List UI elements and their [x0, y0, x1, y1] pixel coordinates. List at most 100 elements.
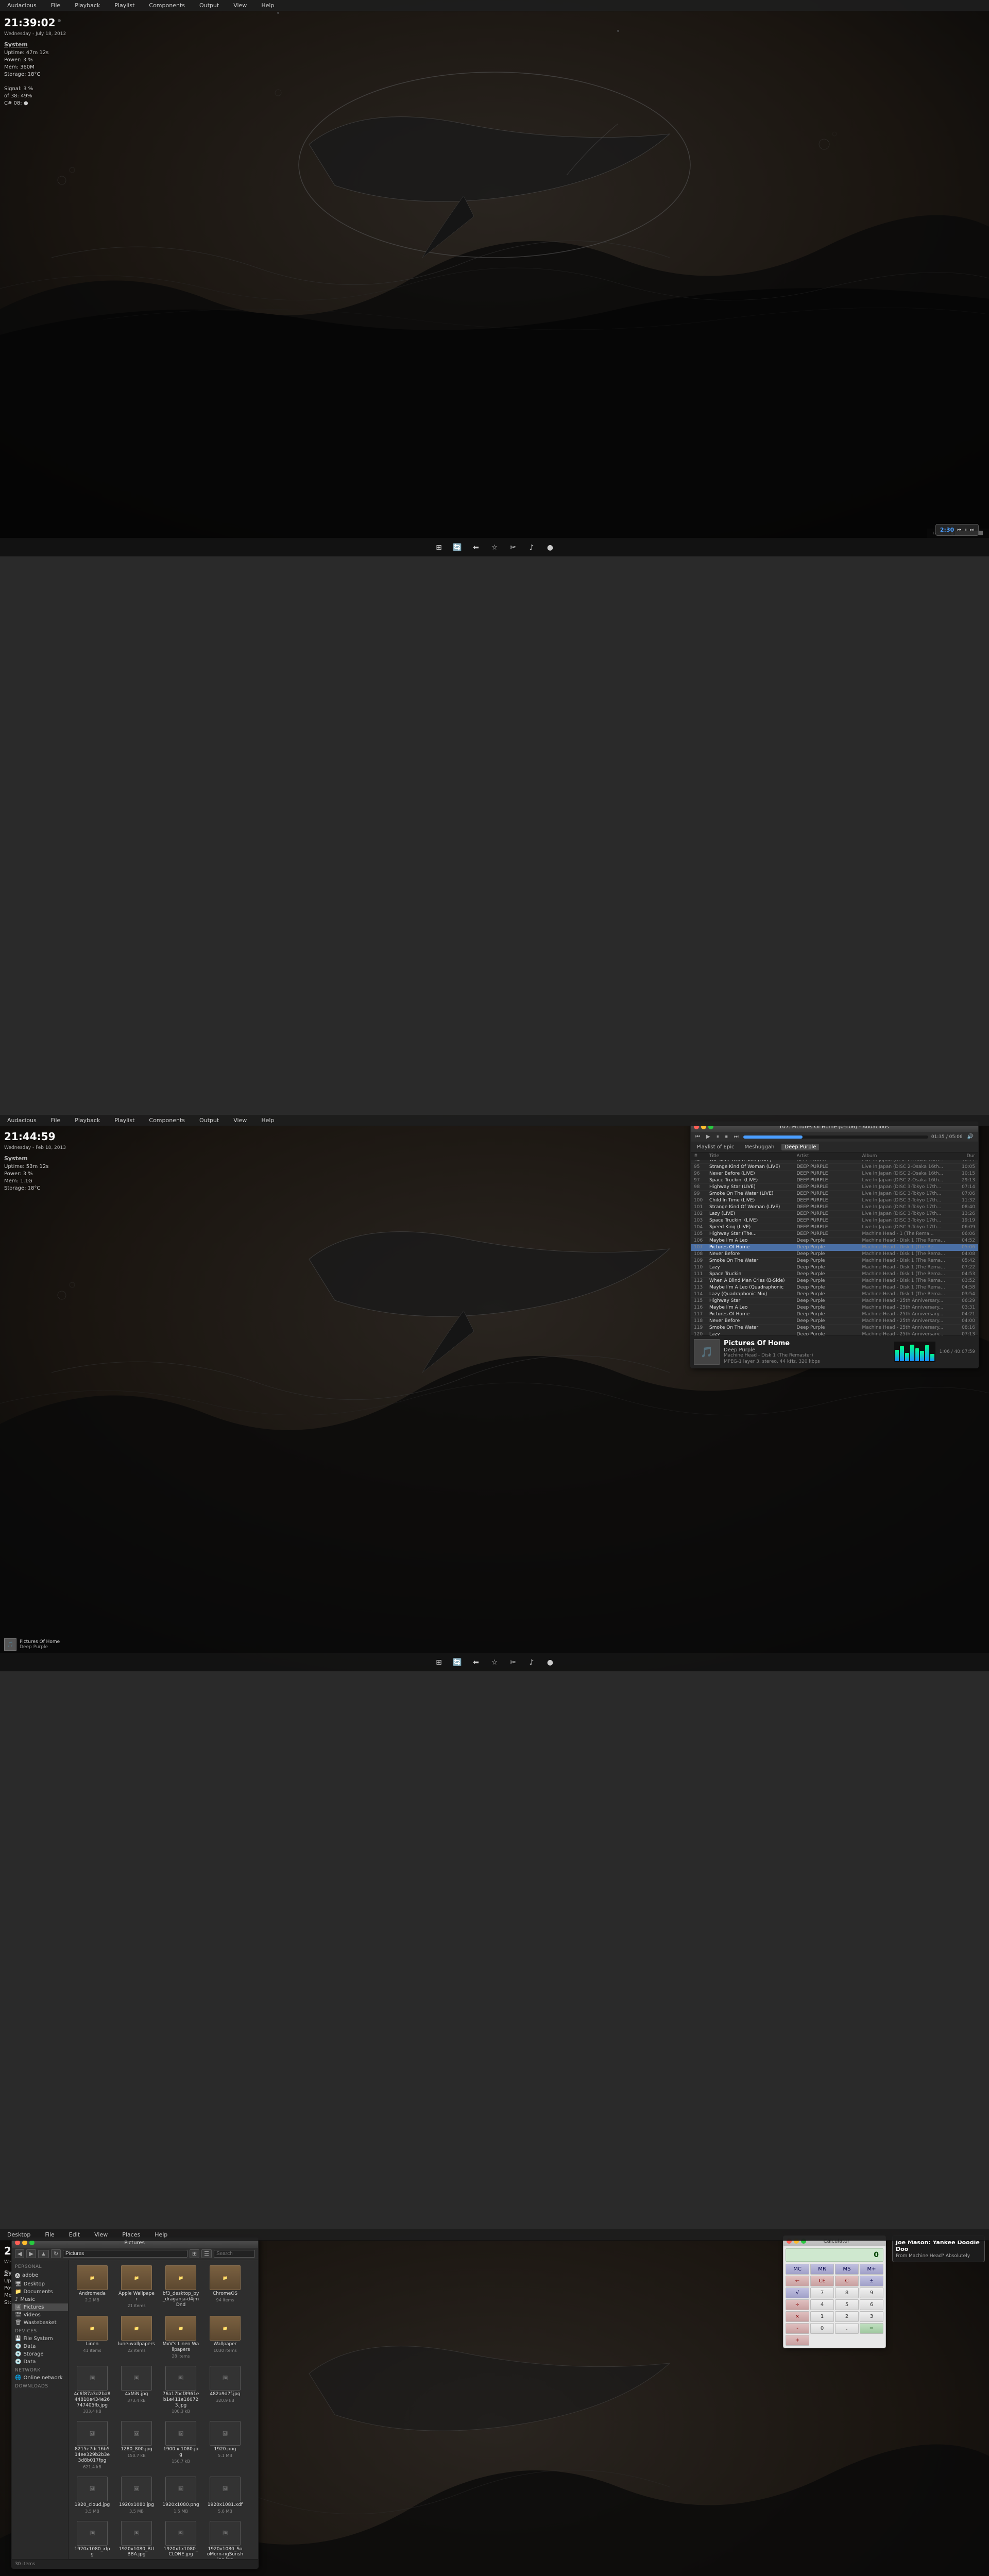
calc-key-3[interactable]: 3	[860, 2311, 883, 2322]
calc-key-2[interactable]: 2	[835, 2311, 859, 2322]
calc-key-CE[interactable]: CE	[810, 2276, 834, 2286]
mp1-btn-prev[interactable]: ⏮	[957, 528, 961, 533]
aud-progress-bar[interactable]	[743, 1136, 928, 1139]
menubar-components[interactable]: Components	[146, 1, 188, 10]
p2-menubar-file[interactable]: File	[48, 1116, 63, 1125]
mp1-btn-next[interactable]: ⏭	[970, 528, 974, 533]
sidebar-item-pictures[interactable]: 🖼 Pictures	[12, 2303, 68, 2311]
p2-menubar-components[interactable]: Components	[146, 1116, 188, 1125]
calc-key-[interactable]: ×	[786, 2311, 809, 2322]
sidebar-item-network[interactable]: 🌐 Online network	[12, 2374, 68, 2382]
file-item[interactable]: 📁 bf3_desktop_by_draganja-d4jmDnd	[160, 2263, 201, 2311]
menubar-playlist[interactable]: Playlist	[111, 1, 138, 10]
file-item[interactable]: 🖼 1280_800.jpg 150.7 kB	[116, 2419, 157, 2471]
playlist-row[interactable]: 108 Never Before Deep Purple Machine Hea…	[691, 1251, 978, 1258]
sidebar-item-data1[interactable]: 💿 Data	[12, 2343, 68, 2350]
taskbar-icon-back[interactable]: ⬅	[470, 541, 482, 554]
calc-key-7[interactable]: 7	[810, 2287, 834, 2298]
p3-menubar-places[interactable]: Places	[119, 2230, 143, 2239]
calc-key-4[interactable]: 4	[810, 2299, 834, 2310]
p2-taskbar-icon-4[interactable]: ☆	[488, 1656, 501, 1669]
playlist-row[interactable]: 105 Highway Star (The... DEEP PURPLE Mac…	[691, 1231, 978, 1238]
files-search-input[interactable]	[214, 2250, 255, 2258]
calc-key-[interactable]: +	[786, 2335, 809, 2346]
aud-pause-btn[interactable]: ⏸	[715, 1133, 721, 1140]
taskbar-icon-tools[interactable]: ✂	[507, 541, 519, 554]
playlist-row[interactable]: 102 Lazy (LIVE) DEEP PURPLE Live In Japa…	[691, 1211, 978, 1217]
playlist-row[interactable]: 114 Lazy (Quadraphonic Mix) Deep Purple …	[691, 1291, 978, 1298]
file-item[interactable]: 📁 MxV's Linen Wallpapers 28 items	[160, 2314, 201, 2361]
calc-key-8[interactable]: 8	[835, 2287, 859, 2298]
col-album[interactable]: Album	[862, 1154, 949, 1159]
calc-key-0[interactable]: 0	[810, 2323, 834, 2334]
tab-meshuggah[interactable]: Meshuggah	[741, 1144, 777, 1150]
calc-key-5[interactable]: 5	[835, 2299, 859, 2310]
sidebar-item-storage[interactable]: 💿 Storage	[12, 2350, 68, 2358]
file-item[interactable]: 🖼 1920x1x1080_CLONE.jpg 278.2 kB	[160, 2519, 201, 2559]
file-item[interactable]: 📁 lune-wallpapers 22 items	[116, 2314, 157, 2361]
calc-key-[interactable]: √	[786, 2287, 809, 2298]
file-item[interactable]: 🖼 1900 x 1080.jpg 150.7 kB	[160, 2419, 201, 2471]
col-title[interactable]: Title	[709, 1154, 796, 1159]
p3-menubar-view[interactable]: View	[91, 2230, 111, 2239]
files-list-btn[interactable]: ☰	[201, 2249, 212, 2258]
playlist-row[interactable]: 101 Strange Kind Of Woman (LIVE) DEEP PU…	[691, 1204, 978, 1211]
calc-key-[interactable]: -	[786, 2323, 809, 2334]
mp1-btn-play[interactable]: ⏸	[964, 528, 967, 533]
calc-key-9[interactable]: 9	[860, 2287, 883, 2298]
file-item[interactable]: 📁 ChromeOS 94 items	[204, 2263, 246, 2311]
file-item[interactable]: 🖼 482a9d7f.jpg 320.9 kB	[204, 2364, 246, 2416]
files-back-btn[interactable]: ◀	[15, 2249, 24, 2258]
files-location-bar[interactable]	[63, 2250, 187, 2258]
playlist-row[interactable]: 95 Strange Kind Of Woman (LIVE) DEEP PUR…	[691, 1164, 978, 1171]
playlist-row[interactable]: 113 Maybe I'm A Leo (Quadraphonic Deep P…	[691, 1284, 978, 1291]
p2-menubar-playlist[interactable]: Playlist	[111, 1116, 138, 1125]
playlist-row[interactable]: 110 Lazy Deep Purple Machine Head - Disk…	[691, 1264, 978, 1271]
col-duration[interactable]: Dur	[949, 1154, 975, 1159]
files-close-btn[interactable]	[15, 2240, 20, 2245]
p3-menubar-desktop[interactable]: Desktop	[4, 2230, 33, 2239]
file-item[interactable]: 🖼 1920x1080.png 1.5 MB	[160, 2475, 201, 2516]
aud-stop-btn[interactable]: ⏹	[724, 1133, 729, 1140]
files-max-btn[interactable]	[29, 2240, 35, 2245]
sidebar-item-videos[interactable]: 🎬 Videos	[12, 2311, 68, 2319]
tab-playlist-epic[interactable]: Playlist of Epic	[694, 1144, 737, 1150]
p3-menubar-file[interactable]: File	[42, 2230, 57, 2239]
files-reload-btn[interactable]: ↻	[51, 2249, 61, 2258]
playlist-row[interactable]: 120 Lazy Deep Purple Machine Head - 25th…	[691, 1331, 978, 1335]
file-item[interactable]: 🖼 1920.png 5.1 MB	[204, 2419, 246, 2471]
playlist-row[interactable]: 107 Pictures Of Home Deep Purple Machine…	[691, 1244, 978, 1251]
calc-key-[interactable]: ±	[860, 2276, 883, 2286]
sidebar-item-data2[interactable]: 💿 Data	[12, 2358, 68, 2366]
menubar-playback[interactable]: Playback	[72, 1, 103, 10]
playlist-row[interactable]: 116 Maybe I'm A Leo Deep Purple Machine …	[691, 1304, 978, 1311]
aud-next-btn[interactable]: ⏭	[732, 1133, 740, 1140]
calc-key-1[interactable]: 1	[810, 2311, 834, 2322]
p2-menubar-help[interactable]: Help	[258, 1116, 277, 1125]
calc-key-MR[interactable]: MR	[810, 2264, 834, 2275]
sidebar-item-filesystem[interactable]: 💾 File System	[12, 2335, 68, 2343]
aud-vol-icon[interactable]: 🔊	[966, 1133, 975, 1140]
aud-prev-btn[interactable]: ⏮	[694, 1133, 702, 1140]
calc-key-[interactable]: =	[860, 2323, 883, 2334]
p3-menubar-edit[interactable]: Edit	[66, 2230, 83, 2239]
file-item[interactable]: 📁 Linen 41 items	[72, 2314, 113, 2361]
playlist-row[interactable]: 117 Pictures Of Home Deep Purple Machine…	[691, 1311, 978, 1318]
file-item[interactable]: 🖼 4xMiN.jpg 373.4 kB	[116, 2364, 157, 2416]
calc-key-6[interactable]: 6	[860, 2299, 883, 2310]
sidebar-item-music[interactable]: ♪ Music	[12, 2296, 68, 2303]
sidebar-item-adobe[interactable]: 🅐 adobe	[12, 2270, 68, 2280]
taskbar-icon-windows[interactable]: ⊞	[433, 541, 445, 554]
p2-menubar-app[interactable]: Audacious	[4, 1116, 40, 1125]
taskbar-icon-star[interactable]: ☆	[488, 541, 501, 554]
file-item[interactable]: 🖼 1920x1080_BUBBA.jpg 3.1 MB	[116, 2519, 157, 2559]
p2-taskbar-icon-5[interactable]: ✂	[507, 1656, 519, 1669]
p2-taskbar-icon-1[interactable]: ⊞	[433, 1656, 445, 1669]
playlist-row[interactable]: 104 Speed King (LIVE) DEEP PURPLE Live I…	[691, 1224, 978, 1231]
p2-menubar-output[interactable]: Output	[196, 1116, 222, 1125]
file-item[interactable]: 🖼 1920x1080_xlpg 1.8 MB	[72, 2519, 113, 2559]
file-item[interactable]: 🖼 1920x1080.jpg 3.5 MB	[116, 2475, 157, 2516]
menubar-output[interactable]: Output	[196, 1, 222, 10]
taskbar-icon-refresh[interactable]: 🔄	[451, 541, 464, 554]
menubar-view[interactable]: View	[230, 1, 250, 10]
